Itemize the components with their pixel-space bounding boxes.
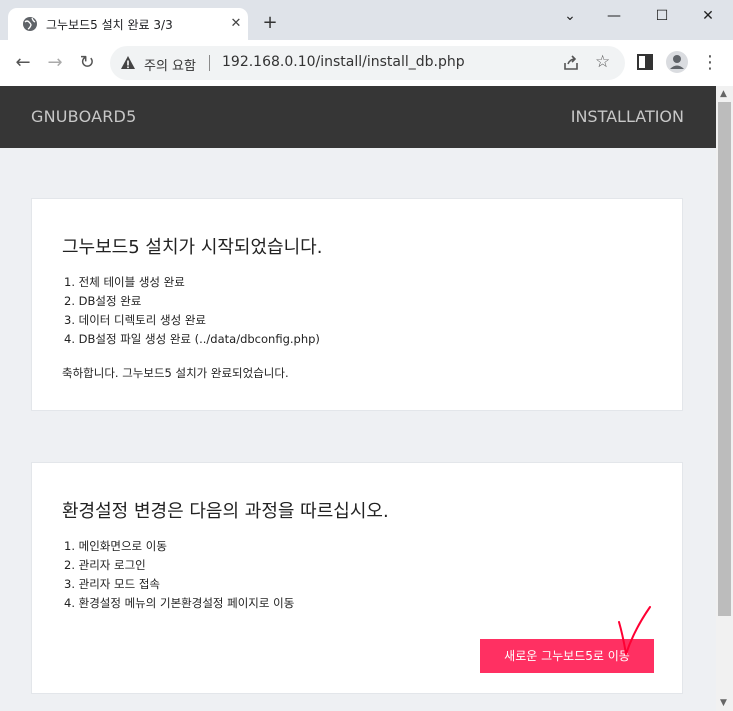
- list-item: 4. DB설정 파일 생성 완료 (../data/dbconfig.php): [64, 332, 320, 346]
- list-item: 3. 관리자 모드 접속: [64, 577, 160, 591]
- active-tab[interactable]: 그누보드5 설치 완료 3/3 ✕: [8, 8, 248, 40]
- scroll-down-arrow-icon[interactable]: ▼: [720, 698, 727, 708]
- star-icon[interactable]: ☆: [595, 52, 610, 72]
- tab-close-icon[interactable]: ✕: [226, 14, 246, 34]
- installation-label: INSTALLATION: [570, 107, 684, 126]
- list-item: 3. 데이터 디렉토리 생성 완료: [64, 313, 206, 327]
- tab-title: 그누보드5 설치 완료 3/3: [46, 18, 173, 32]
- warning-icon[interactable]: [120, 55, 136, 71]
- site-logo[interactable]: GNUBOARD5: [31, 107, 136, 126]
- list-item: 4. 환경설정 메뉴의 기본환경설정 페이지로 이동: [64, 596, 295, 610]
- maximize-button[interactable]: ☐: [642, 4, 682, 28]
- list-item: 2. DB설정 완료: [64, 294, 142, 308]
- security-warning-text[interactable]: 주의 요함: [144, 55, 196, 74]
- share-icon[interactable]: [562, 54, 580, 72]
- scroll-up-arrow-icon[interactable]: ▲: [720, 89, 727, 99]
- profile-icon[interactable]: [665, 50, 689, 74]
- back-button[interactable]: ←: [10, 50, 36, 76]
- page-viewport: GNUBOARD5 INSTALLATION 그누보드5 설치가 시작되었습니다…: [0, 86, 716, 711]
- address-bar[interactable]: 주의 요함 192.168.0.10/install/install_db.ph…: [110, 46, 625, 80]
- chevron-down-icon[interactable]: ⌄: [550, 4, 590, 28]
- install-steps-list: 1. 전체 테이블 생성 완료 2. DB설정 완료 3. 데이터 디렉토리 생…: [64, 273, 320, 349]
- install-complete-card: 그누보드5 설치가 시작되었습니다. 1. 전체 테이블 생성 완료 2. DB…: [31, 198, 683, 411]
- minimize-button[interactable]: —: [594, 4, 634, 28]
- config-guide-card: 환경설정 변경은 다음의 과정을 따르십시오. 1. 메인화면으로 이동 2. …: [31, 462, 683, 694]
- scroll-thumb[interactable]: [718, 102, 731, 616]
- globe-icon: [23, 17, 37, 31]
- list-item: 1. 메인화면으로 이동: [64, 539, 167, 553]
- menu-icon[interactable]: ⋮: [697, 50, 723, 76]
- vertical-scrollbar[interactable]: ▲ ▼: [716, 86, 733, 711]
- list-item: 2. 관리자 로그인: [64, 558, 146, 572]
- new-tab-button[interactable]: +: [260, 13, 280, 33]
- browser-window: 그누보드5 설치 완료 3/3 ✕ + ⌄ — ☐ ✕ ← → ↻ 주의 요함 …: [0, 0, 733, 711]
- reload-button[interactable]: ↻: [74, 50, 100, 76]
- forward-button[interactable]: →: [42, 50, 68, 76]
- list-item: 1. 전체 테이블 생성 완료: [64, 275, 185, 289]
- url-text[interactable]: 192.168.0.10/install/install_db.php: [222, 54, 465, 70]
- address-separator: [209, 55, 210, 71]
- browser-toolbar: ← → ↻ 주의 요함 192.168.0.10/install/install…: [0, 40, 733, 87]
- congrats-message: 축하합니다. 그누보드5 설치가 완료되었습니다.: [62, 366, 289, 380]
- window-close-button[interactable]: ✕: [688, 4, 728, 28]
- sidebar-icon[interactable]: [633, 50, 657, 74]
- tab-strip: 그누보드5 설치 완료 3/3 ✕ + ⌄ — ☐ ✕: [0, 0, 733, 40]
- checkmark-annotation-icon: [618, 606, 651, 655]
- install-complete-title: 그누보드5 설치가 시작되었습니다.: [62, 237, 323, 258]
- site-header: GNUBOARD5 INSTALLATION: [0, 86, 716, 148]
- config-guide-title: 환경설정 변경은 다음의 과정을 따르십시오.: [62, 501, 389, 522]
- config-steps-list: 1. 메인화면으로 이동 2. 관리자 로그인 3. 관리자 모드 접속 4. …: [64, 537, 294, 613]
